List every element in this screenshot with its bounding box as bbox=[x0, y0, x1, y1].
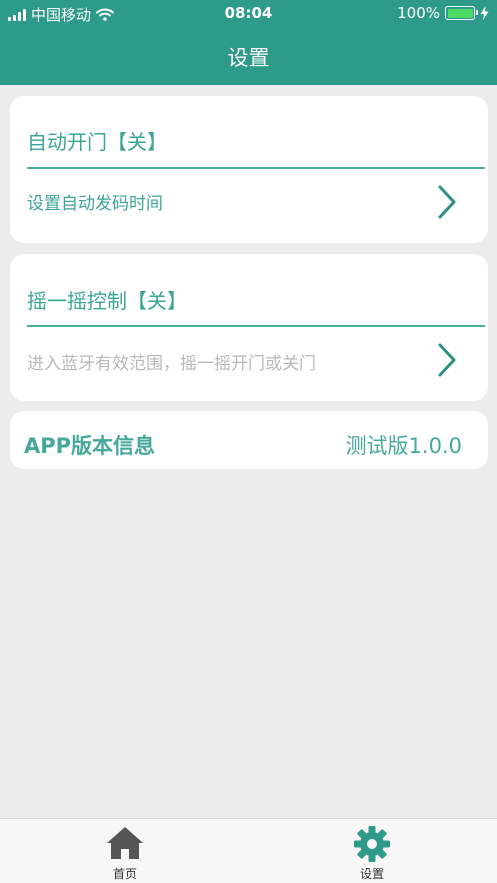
home-icon bbox=[107, 827, 143, 859]
auto-open-title[interactable]: 自动开门【关】 bbox=[27, 126, 167, 155]
status-bar: 中国移动 08:04 100% bbox=[0, 0, 497, 28]
chevron-right-icon bbox=[438, 343, 456, 377]
tab-home-label: 首页 bbox=[112, 867, 137, 881]
version-label: APP版本信息 bbox=[24, 434, 156, 458]
auto-open-row[interactable]: 设置自动发码时间 bbox=[10, 170, 488, 240]
version-value: 测试版1.0.0 bbox=[345, 434, 462, 458]
shake-control-subtitle: 进入蓝牙有效范围，摇一摇开门或关门 bbox=[27, 354, 316, 374]
divider bbox=[27, 325, 485, 327]
battery-percent: 100% bbox=[397, 4, 440, 22]
page-title: 设置 bbox=[227, 46, 270, 70]
charging-bolt-icon bbox=[480, 6, 489, 20]
divider bbox=[27, 167, 485, 169]
auto-open-card: 自动开门【关】 设置自动发码时间 bbox=[10, 96, 488, 243]
shake-control-title[interactable]: 摇一摇控制【关】 bbox=[27, 285, 187, 314]
gear-icon bbox=[354, 826, 390, 862]
battery-icon bbox=[445, 6, 478, 20]
tab-home[interactable]: 首页 bbox=[65, 819, 185, 883]
version-card: APP版本信息 测试版1.0.0 bbox=[10, 411, 488, 469]
tab-settings-label: 设置 bbox=[359, 867, 384, 881]
tab-settings[interactable]: 设置 bbox=[312, 819, 432, 883]
battery-fill bbox=[447, 8, 473, 18]
shake-control-row[interactable]: 进入蓝牙有效范围，摇一摇开门或关门 bbox=[10, 328, 488, 398]
top-bar: 中国移动 08:04 100% 设置 bbox=[0, 0, 497, 85]
tab-bar: 首页 设置 bbox=[0, 818, 497, 883]
chevron-right-icon bbox=[438, 185, 456, 219]
auto-open-subtitle: 设置自动发码时间 bbox=[27, 194, 163, 214]
status-right: 100% bbox=[397, 4, 489, 22]
shake-control-card: 摇一摇控制【关】 进入蓝牙有效范围，摇一摇开门或关门 bbox=[10, 254, 488, 401]
